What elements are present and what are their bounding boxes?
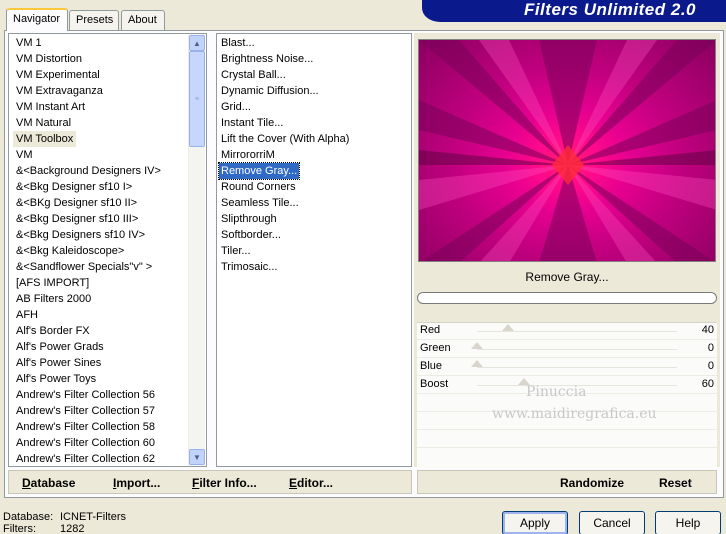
category-item[interactable]: &<BKg Designer sf10 II> bbox=[13, 195, 140, 211]
param-value: 0 bbox=[707, 360, 714, 372]
filter-item[interactable]: Dynamic Diffusion... bbox=[219, 83, 321, 99]
progress-bar bbox=[417, 292, 717, 304]
slider-thumb[interactable] bbox=[471, 342, 483, 349]
param-value: 0 bbox=[707, 342, 714, 354]
category-item[interactable]: Alf's Power Toys bbox=[13, 371, 99, 387]
filter-item[interactable]: Seamless Tile... bbox=[219, 195, 301, 211]
category-item[interactable]: &<Bkg Kaleidoscope> bbox=[13, 243, 127, 259]
category-item[interactable]: VM Toolbox bbox=[13, 131, 77, 147]
status-database-label: Database: bbox=[3, 511, 54, 523]
filter-item[interactable]: Lift the Cover (With Alpha) bbox=[219, 131, 351, 147]
kaleidoscope-preview bbox=[419, 40, 715, 261]
param-slider[interactable] bbox=[471, 360, 677, 368]
tab-presets[interactable]: Presets bbox=[69, 10, 119, 30]
help-button[interactable]: Help bbox=[655, 511, 721, 534]
scroll-down-button[interactable]: ▼ bbox=[189, 449, 205, 465]
filter-name-label: Remove Gray... bbox=[525, 270, 609, 284]
filter-item[interactable]: Tiler... bbox=[219, 243, 253, 259]
tab-navigator[interactable]: Navigator bbox=[6, 8, 68, 31]
filter-item[interactable]: MirrororriM bbox=[219, 147, 277, 163]
apply-button[interactable]: Apply bbox=[502, 511, 568, 534]
category-item[interactable]: VM 1 bbox=[13, 35, 45, 51]
watermark-name: Pinuccia bbox=[526, 384, 587, 400]
category-item[interactable]: &<Background Designers IV> bbox=[13, 163, 164, 179]
category-item[interactable]: Andrew's Filter Collection 60 bbox=[13, 435, 158, 451]
param-label: Boost bbox=[420, 378, 449, 390]
category-item[interactable]: VM Instant Art bbox=[13, 99, 88, 115]
filter-item[interactable]: Remove Gray... bbox=[217, 162, 301, 180]
category-item[interactable]: Alf's Power Sines bbox=[13, 355, 104, 371]
filter-item[interactable]: Round Corners bbox=[219, 179, 298, 195]
reset-button[interactable]: Reset bbox=[659, 476, 692, 490]
import-button[interactable]: Import... bbox=[113, 476, 160, 490]
filter-item[interactable]: Grid... bbox=[219, 99, 253, 115]
param-row-green[interactable]: Green 0 bbox=[417, 340, 717, 358]
slider-thumb[interactable] bbox=[502, 324, 515, 331]
param-label: Red bbox=[420, 324, 441, 336]
banner-title: Filters Unlimited 2.0 bbox=[523, 0, 696, 19]
param-label: Blue bbox=[420, 360, 443, 372]
filter-item[interactable]: Instant Tile... bbox=[219, 115, 285, 131]
cancel-button[interactable]: Cancel bbox=[579, 511, 645, 534]
status-filters-label: Filters: bbox=[3, 523, 36, 534]
category-item[interactable]: Alf's Border FX bbox=[13, 323, 93, 339]
status-filters-value: 1282 bbox=[60, 523, 85, 534]
chevron-down-icon: ▼ bbox=[193, 452, 201, 462]
tab-about[interactable]: About bbox=[121, 10, 165, 30]
param-label: Green bbox=[420, 342, 451, 354]
chevron-up-icon: ▲ bbox=[193, 38, 201, 48]
category-item[interactable]: Andrew's Filter Collection 62 bbox=[13, 451, 158, 467]
param-value: 40 bbox=[701, 324, 714, 336]
category-list[interactable]: VM 1 VM Distortion VM Experimental VM Extra… bbox=[8, 33, 207, 467]
param-slider[interactable] bbox=[471, 342, 677, 350]
title-banner: Filters Unlimited 2.0 bbox=[422, 0, 726, 22]
category-item[interactable]: VM Extravaganza bbox=[13, 83, 106, 99]
scroll-thumb[interactable]: ≡ bbox=[189, 51, 205, 147]
category-item[interactable]: &<Bkg Designer sf10 I> bbox=[13, 179, 135, 195]
status-database-value: ICNET-Filters bbox=[60, 511, 126, 523]
param-row-empty bbox=[417, 430, 717, 448]
category-item[interactable]: &<Bkg Designers sf10 IV> bbox=[13, 227, 148, 243]
category-item[interactable]: &<Sandflower Specials"v" > bbox=[13, 259, 155, 275]
filter-item[interactable]: Crystal Ball... bbox=[219, 67, 288, 83]
slider-thumb[interactable] bbox=[471, 360, 483, 367]
param-row-blue[interactable]: Blue 0 bbox=[417, 358, 717, 376]
category-item[interactable]: VM bbox=[13, 147, 36, 163]
category-item[interactable]: Andrew's Filter Collection 56 bbox=[13, 387, 158, 403]
watermark-url: www.maidiregrafica.eu bbox=[492, 406, 657, 422]
scroll-up-button[interactable]: ▲ bbox=[189, 35, 205, 51]
filter-list[interactable]: Blast... Brightness Noise... Crystal Ball.… bbox=[216, 33, 412, 467]
randomize-button[interactable]: Randomize bbox=[560, 476, 624, 490]
param-value: 60 bbox=[701, 378, 714, 390]
filter-item[interactable]: Trimosaic... bbox=[219, 259, 279, 275]
editor-button[interactable]: Editor... bbox=[289, 476, 333, 490]
category-item[interactable]: AB Filters 2000 bbox=[13, 291, 94, 307]
category-item[interactable]: VM Experimental bbox=[13, 67, 103, 83]
param-row-red[interactable]: Red 40 bbox=[417, 322, 717, 340]
category-item[interactable]: Andrew's Filter Collection 58 bbox=[13, 419, 158, 435]
category-scrollbar[interactable]: ▲ ≡ ▼ bbox=[188, 34, 205, 466]
filter-item[interactable]: Brightness Noise... bbox=[219, 51, 315, 67]
category-item[interactable]: Andrew's Filter Collection 57 bbox=[13, 403, 158, 419]
preview-image bbox=[418, 39, 716, 262]
category-item[interactable]: VM Distortion bbox=[13, 51, 85, 67]
filter-info-button[interactable]: Filter Info... bbox=[192, 476, 257, 490]
filter-item[interactable]: Blast... bbox=[219, 35, 257, 51]
param-slider[interactable] bbox=[477, 324, 677, 332]
database-button[interactable]: Database bbox=[22, 476, 75, 490]
category-item[interactable]: VM Natural bbox=[13, 115, 74, 131]
category-item[interactable]: AFH bbox=[13, 307, 41, 323]
category-item[interactable]: &<Bkg Designer sf10 III> bbox=[13, 211, 141, 227]
grip-icon: ≡ bbox=[194, 95, 200, 103]
filter-item[interactable]: Slipthrough bbox=[219, 211, 279, 227]
filter-item[interactable]: Softborder... bbox=[219, 227, 283, 243]
category-item[interactable]: [AFS IMPORT] bbox=[13, 275, 92, 291]
category-item[interactable]: Alf's Power Grads bbox=[13, 339, 107, 355]
